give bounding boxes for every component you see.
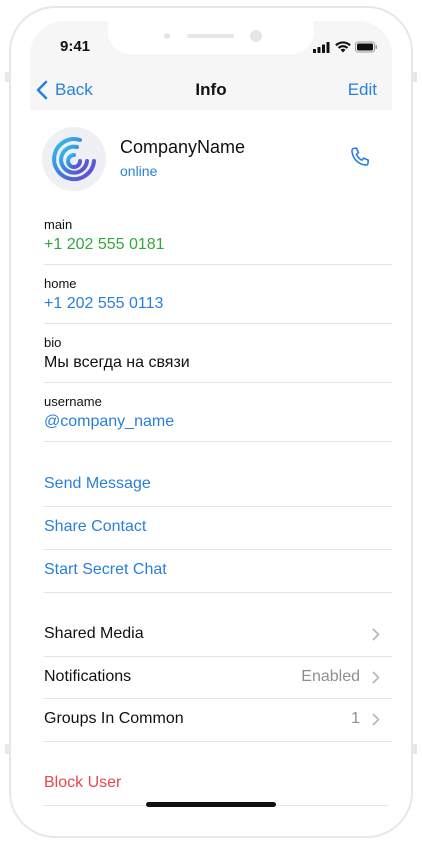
groups-in-common-item[interactable]: Groups In Common 1 — [44, 698, 380, 740]
phone-icon[interactable] — [348, 145, 372, 169]
contact-name: CompanyName — [120, 137, 246, 157]
field-label-home: home — [44, 276, 77, 291]
notifications-item[interactable]: Notifications Enabled — [44, 656, 380, 698]
notch-speaker — [187, 34, 234, 38]
username-link[interactable]: @company_name — [44, 413, 174, 431]
chevron-right-icon — [372, 713, 380, 725]
groups-in-common-count: 1 — [351, 710, 360, 727]
chevron-right-icon — [372, 628, 380, 640]
device-side-button — [413, 72, 417, 82]
divider — [44, 441, 392, 442]
company-logo — [52, 137, 96, 182]
divider — [44, 382, 392, 383]
chevron-right-icon — [372, 671, 380, 683]
signal-icon — [313, 42, 330, 53]
device-side-button — [5, 744, 9, 754]
groups-in-common-label: Groups In Common — [44, 710, 184, 727]
device-side-button — [5, 72, 9, 82]
notch-camera — [250, 30, 262, 42]
home-indicator[interactable] — [146, 802, 276, 807]
field-label-username: username — [44, 394, 102, 409]
send-message-label: Send Message — [44, 475, 151, 492]
divider — [44, 741, 392, 742]
battery-icon — [355, 41, 377, 53]
status-icons — [313, 41, 377, 53]
bio-text: Мы всегда на связи — [44, 354, 190, 371]
block-user-button[interactable]: Block User — [44, 762, 380, 804]
wifi-icon — [335, 41, 351, 53]
phone-home-link[interactable]: +1 202 555 0113 — [44, 295, 163, 313]
device-side-button — [413, 744, 417, 754]
notch-sensor — [164, 33, 170, 39]
field-label-bio: bio — [44, 335, 62, 350]
divider — [44, 323, 392, 324]
divider — [44, 592, 392, 593]
status-time: 9:41 — [60, 38, 91, 55]
field-label-main: main — [44, 217, 73, 232]
notifications-label: Notifications — [44, 668, 132, 685]
start-secret-chat-button[interactable]: Start Secret Chat — [44, 549, 380, 591]
start-secret-chat-label: Start Secret Chat — [44, 561, 167, 578]
block-user-label: Block User — [44, 774, 122, 791]
shared-media-item[interactable]: Shared Media — [44, 613, 380, 655]
send-message-button[interactable]: Send Message — [44, 463, 380, 505]
notch — [108, 21, 314, 54]
notifications-value: Enabled — [301, 668, 360, 685]
share-contact-button[interactable]: Share Contact — [44, 506, 380, 548]
shared-media-label: Shared Media — [44, 625, 144, 642]
page-title: Info — [195, 80, 227, 99]
screen: 9:41 Back Info Edit CompanyName online m… — [30, 21, 392, 823]
edit-button[interactable]: Edit — [348, 80, 377, 100]
contact-status: online — [120, 163, 158, 179]
phone-main-link[interactable]: +1 202 555 0181 — [44, 236, 165, 254]
divider — [44, 264, 392, 265]
avatar[interactable] — [42, 127, 106, 191]
share-contact-label: Share Contact — [44, 518, 147, 535]
